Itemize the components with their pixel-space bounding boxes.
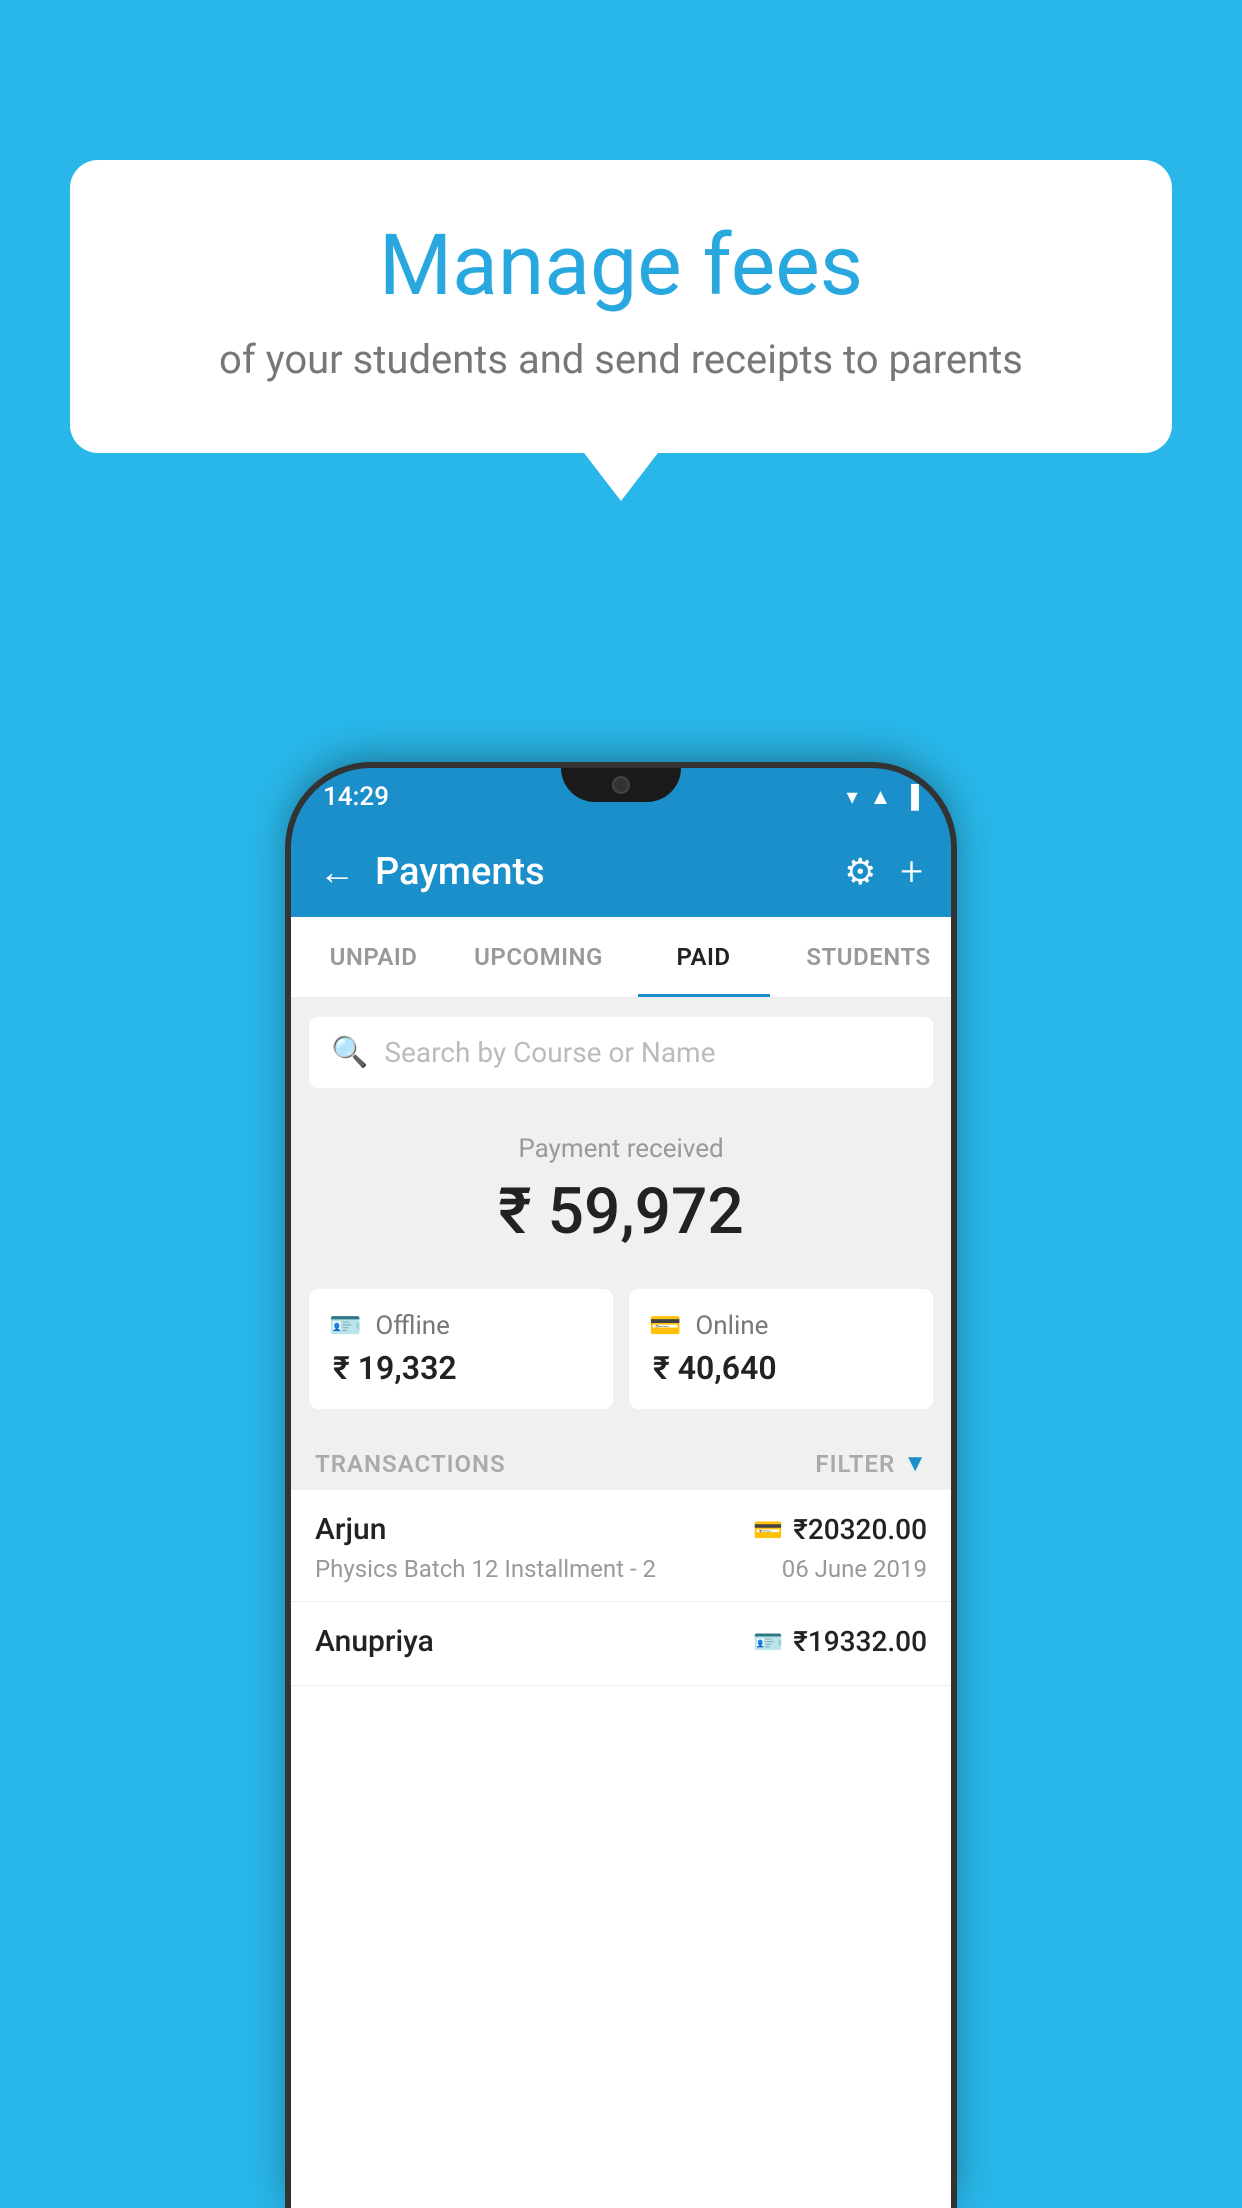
payment-received-label: Payment received [319,1134,923,1164]
app-bar-left: ← Payments [319,850,545,894]
speech-bubble-container: Manage fees of your students and send re… [70,160,1172,453]
transaction-row2: Physics Batch 12 Installment - 2 06 June… [315,1555,927,1583]
app-bar-title: Payments [375,850,545,894]
search-bar[interactable]: 🔍 Search by Course or Name [309,1017,933,1088]
status-time: 14:29 [323,782,389,812]
tab-upcoming[interactable]: UPCOMING [456,917,621,997]
transactions-label: TRANSACTIONS [315,1450,506,1478]
payment-summary: Payment received ₹ 59,972 [291,1106,951,1289]
app-bar: ← Payments ⚙ + [291,826,951,917]
speech-bubble: Manage fees of your students and send re… [70,160,1172,453]
online-icon: 💳 [649,1311,681,1341]
transaction-amount: ₹20320.00 [793,1513,927,1546]
payment-methods: 🪪 Offline ₹ 19,332 💳 Online ₹ 40,640 [291,1289,951,1433]
back-button[interactable]: ← [319,851,355,893]
transaction-amount: ₹19332.00 [793,1625,927,1658]
search-input[interactable]: Search by Course or Name [384,1036,715,1069]
offline-card: 🪪 Offline ₹ 19,332 [309,1289,613,1409]
offline-label: Offline [375,1311,450,1341]
filter-button[interactable]: FILTER ▼ [815,1449,927,1478]
tab-unpaid[interactable]: UNPAID [291,917,456,997]
bubble-title: Manage fees [150,220,1092,312]
tabs: UNPAID UPCOMING PAID STUDENTS [291,917,951,999]
transaction-list: Arjun 💳 ₹20320.00 Physics Batch 12 Insta… [291,1490,951,2208]
online-amount: ₹ 40,640 [649,1349,777,1387]
offline-header: 🪪 Offline [329,1311,450,1341]
online-card: 💳 Online ₹ 40,640 [629,1289,933,1409]
tab-paid[interactable]: PAID [621,917,786,997]
wifi-icon: ▾ [847,785,858,810]
settings-button[interactable]: ⚙ [844,851,876,893]
table-row[interactable]: Anupriya 🪪 ₹19332.00 [291,1602,951,1686]
transactions-header: TRANSACTIONS FILTER ▼ [291,1433,951,1490]
app-content: ← Payments ⚙ + UNPAID UPCOMING PAID STUD… [291,826,951,2208]
transaction-date: 06 June 2019 [782,1555,927,1583]
card-icon: 💳 [753,1516,783,1544]
transaction-row1: Anupriya 🪪 ₹19332.00 [315,1624,927,1659]
student-name: Anupriya [315,1624,434,1659]
battery-icon: ▐ [903,784,919,810]
amount-wrap: 💳 ₹20320.00 [753,1513,927,1546]
main-area: 🔍 Search by Course or Name Payment recei… [291,999,951,2208]
app-bar-actions: ⚙ + [844,848,923,895]
status-icons: ▾ ▲ ▐ [847,784,919,810]
course-info: Physics Batch 12 Installment - 2 [315,1555,656,1583]
phone-frame: 14:29 ▾ ▲ ▐ ← Payments ⚙ + UNPAID UPCOMI… [291,768,951,2208]
offline-amount: ₹ 19,332 [329,1349,457,1387]
status-bar: 14:29 ▾ ▲ ▐ [291,768,951,826]
add-button[interactable]: + [900,848,923,895]
offline-icon: 🪪 [329,1311,361,1341]
table-row[interactable]: Arjun 💳 ₹20320.00 Physics Batch 12 Insta… [291,1490,951,1602]
search-icon: 🔍 [331,1035,368,1070]
bubble-subtitle: of your students and send receipts to pa… [150,336,1092,383]
filter-label: FILTER [815,1450,895,1478]
signal-icon: ▲ [870,784,892,810]
transaction-row1: Arjun 💳 ₹20320.00 [315,1512,927,1547]
filter-icon: ▼ [903,1449,927,1478]
student-name: Arjun [315,1512,386,1547]
amount-wrap: 🪪 ₹19332.00 [753,1625,927,1658]
cash-icon: 🪪 [753,1628,783,1656]
payment-amount: ₹ 59,972 [319,1174,923,1249]
tab-students[interactable]: STUDENTS [786,917,951,997]
camera [612,776,630,794]
online-label: Online [695,1311,768,1341]
notch [561,768,681,802]
online-header: 💳 Online [649,1311,768,1341]
